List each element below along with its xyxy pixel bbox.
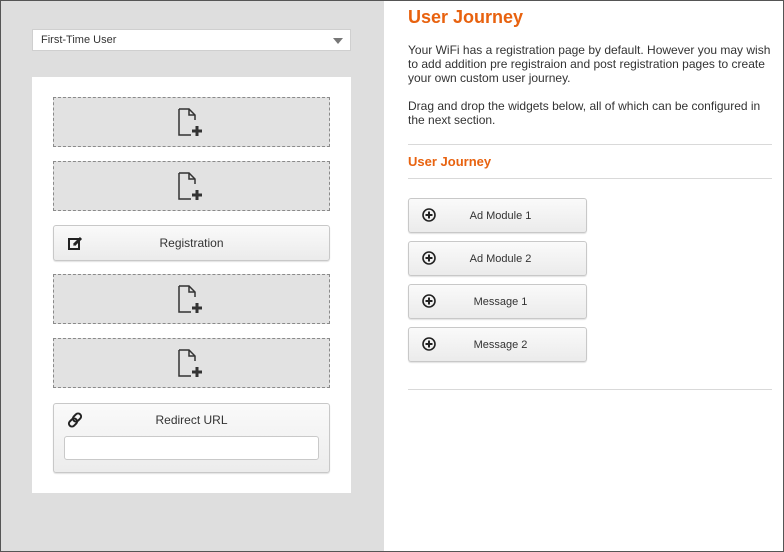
palette-widget-ad-module-2[interactable]: Ad Module 2 bbox=[408, 241, 587, 276]
plus-circle-icon bbox=[422, 251, 436, 265]
section-title: User Journey bbox=[408, 154, 492, 169]
file-add-icon bbox=[178, 172, 202, 200]
instructions-text: Drag and drop the widgets below, all of … bbox=[408, 99, 761, 127]
palette-widget-message-1[interactable]: Message 1 bbox=[408, 284, 587, 319]
empty-drop-slot[interactable] bbox=[53, 161, 330, 211]
empty-drop-slot[interactable] bbox=[53, 274, 330, 324]
redirect-url-widget[interactable]: Redirect URL bbox=[53, 403, 330, 473]
file-add-icon bbox=[178, 285, 202, 313]
registration-widget[interactable]: Registration bbox=[53, 225, 330, 261]
chevron-down-icon bbox=[333, 38, 343, 44]
redirect-url-input[interactable] bbox=[64, 436, 319, 460]
journey-builder-panel: First-Time User Registration Redirect UR… bbox=[1, 1, 384, 551]
user-type-select-value: First-Time User bbox=[41, 34, 117, 46]
palette-widget-label: Message 2 bbox=[473, 339, 528, 351]
registration-widget-label: Registration bbox=[159, 236, 224, 250]
user-type-select[interactable]: First-Time User bbox=[32, 29, 351, 51]
file-add-icon bbox=[178, 349, 202, 377]
palette-widget-label: Ad Module 1 bbox=[469, 210, 532, 222]
divider bbox=[408, 389, 772, 390]
divider bbox=[408, 178, 772, 179]
app-frame: First-Time User Registration Redirect UR… bbox=[0, 0, 784, 552]
empty-drop-slot[interactable] bbox=[53, 97, 330, 147]
plus-circle-icon bbox=[422, 208, 436, 222]
redirect-url-label: Redirect URL bbox=[155, 413, 228, 427]
description-text: Your WiFi has a registration page by def… bbox=[408, 43, 771, 85]
plus-circle-icon bbox=[422, 337, 436, 351]
palette-widget-label: Message 1 bbox=[473, 296, 528, 308]
plus-circle-icon bbox=[422, 294, 436, 308]
page-title: User Journey bbox=[408, 7, 524, 27]
empty-drop-slot[interactable] bbox=[53, 338, 330, 388]
file-add-icon bbox=[178, 108, 202, 136]
divider bbox=[408, 144, 772, 145]
journey-drop-area: Registration Redirect URL bbox=[32, 77, 351, 493]
palette-widget-ad-module-1[interactable]: Ad Module 1 bbox=[408, 198, 587, 233]
palette-widget-message-2[interactable]: Message 2 bbox=[408, 327, 587, 362]
palette-widget-label: Ad Module 2 bbox=[469, 253, 532, 265]
